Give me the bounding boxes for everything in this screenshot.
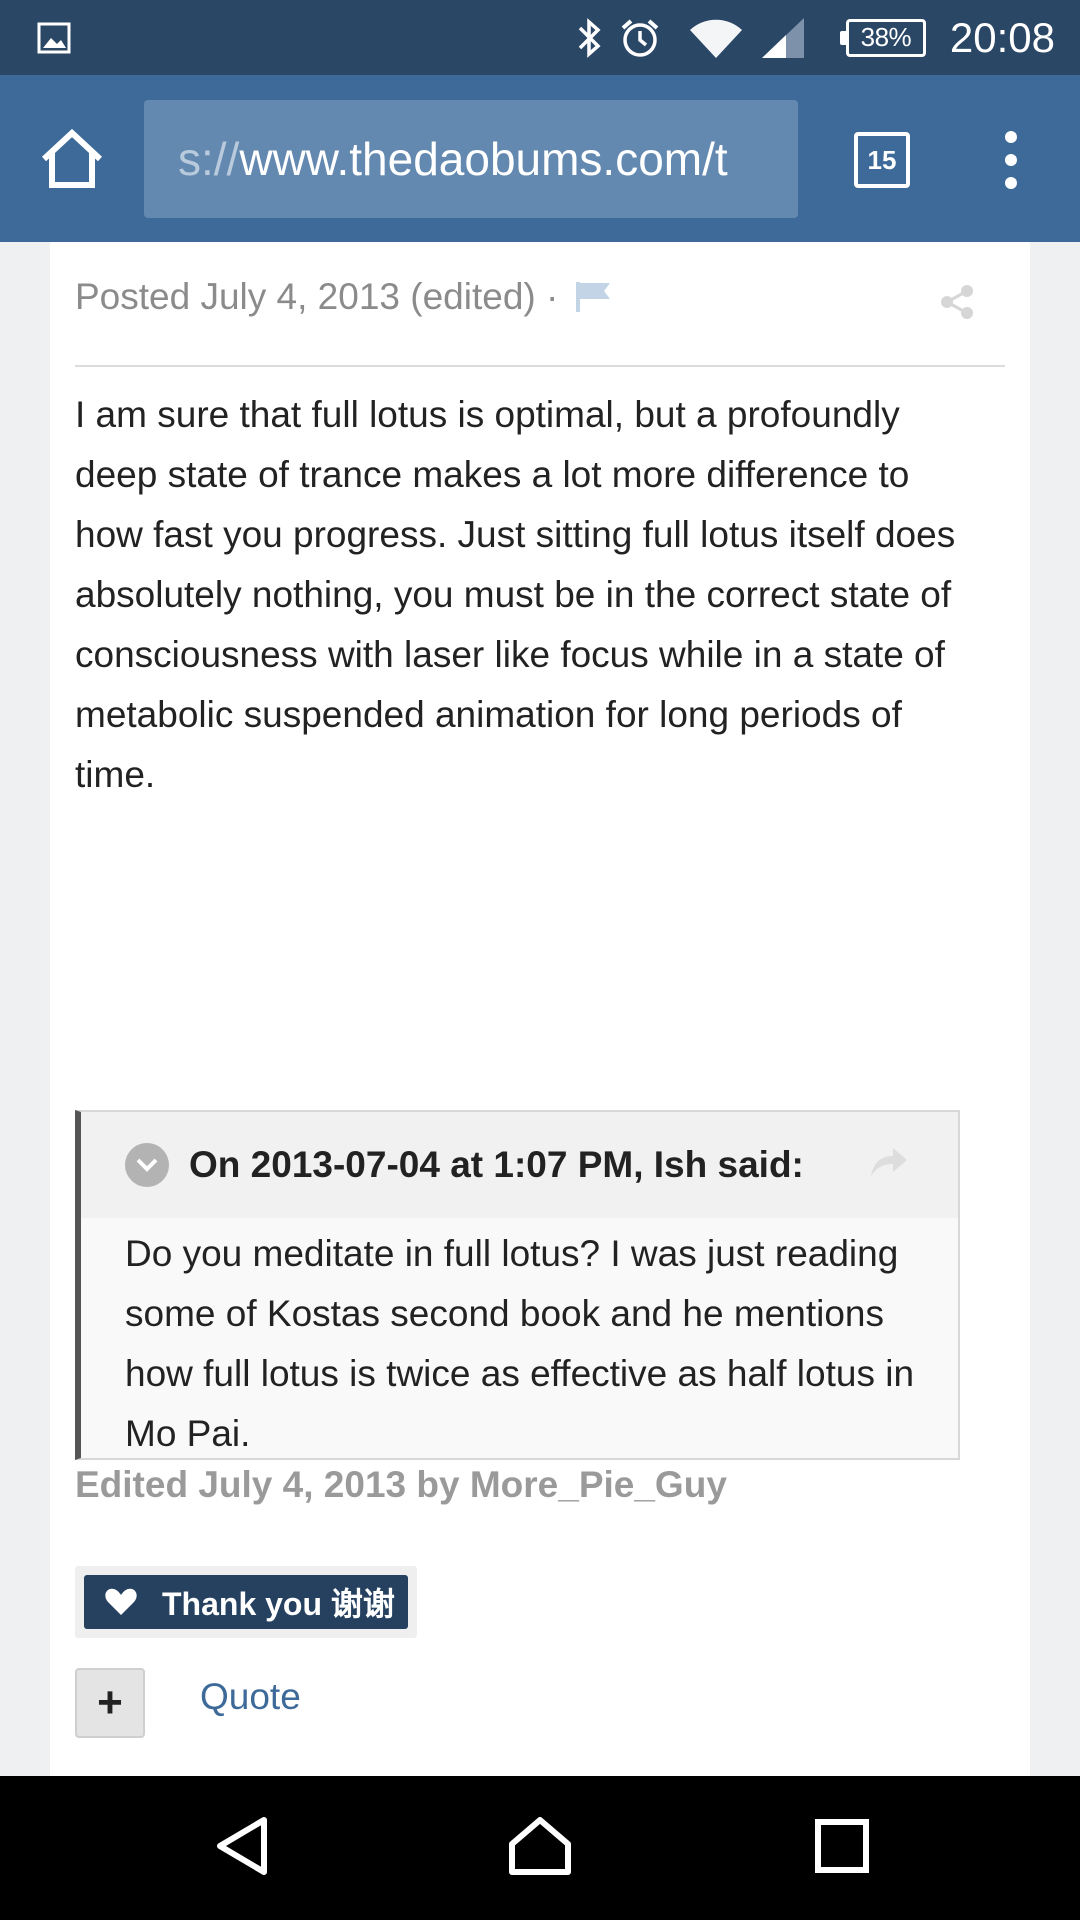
post-date: Posted July 4, 2013 (edited) · (75, 276, 559, 317)
url-host: www.thedaobums.com/t (239, 133, 728, 185)
tab-switcher-button[interactable]: 15 (854, 132, 910, 188)
status-bar: 38% 20:08 (0, 0, 1080, 75)
share-icon[interactable] (938, 283, 976, 321)
jump-to-post-icon[interactable] (869, 1142, 909, 1182)
thank-you-reaction-button[interactable]: Thank you 谢谢 (84, 1575, 408, 1629)
url-scheme: s:// (178, 133, 240, 185)
clock: 20:08 (949, 13, 1055, 61)
address-bar[interactable]: s://www.thedaobums.com/t (144, 100, 798, 218)
battery-level: 38% (860, 22, 912, 52)
reaction-label: Thank you 谢谢 (162, 1586, 395, 1622)
post-body: I am sure that full lotus is optimal, bu… (75, 394, 956, 795)
quote-text: Do you meditate in full lotus? I was jus… (125, 1233, 915, 1454)
multiquote-button[interactable]: + (75, 1668, 145, 1738)
navigation-bar (0, 1776, 1080, 1920)
divider (75, 365, 1005, 367)
alarm-icon (618, 16, 662, 60)
status-icons: 38% 20:08 (574, 0, 1055, 75)
recents-icon[interactable] (814, 1816, 870, 1876)
quote-block: On 2013-07-04 at 1:07 PM, Ish said: Do y… (75, 1110, 960, 1460)
signal-icon (760, 16, 806, 60)
quote-citation: On 2013-07-04 at 1:07 PM, Ish said: (189, 1144, 804, 1185)
battery-icon: 38% (839, 18, 926, 57)
quote-header: On 2013-07-04 at 1:07 PM, Ish said: (81, 1112, 958, 1218)
quote-link[interactable]: Quote (200, 1676, 301, 1718)
reaction-bar: Thank you 谢谢 (75, 1566, 417, 1638)
gallery-icon (37, 22, 71, 54)
post-meta: Posted July 4, 2013 (edited) · (75, 276, 614, 318)
collapse-quote-icon[interactable] (125, 1143, 169, 1187)
report-flag-icon[interactable] (574, 280, 614, 314)
overflow-menu-icon[interactable] (996, 131, 1026, 189)
back-icon[interactable] (214, 1816, 270, 1876)
bluetooth-icon (574, 16, 604, 60)
edited-note: Edited July 4, 2013 by More_Pie_Guy (75, 1464, 727, 1505)
browser-toolbar: s://www.thedaobums.com/t 15 (0, 75, 1080, 242)
heart-icon (104, 1587, 138, 1617)
home-icon[interactable] (40, 127, 104, 191)
wifi-icon (688, 16, 744, 60)
tab-count: 15 (867, 144, 897, 175)
home-nav-icon[interactable] (508, 1816, 572, 1876)
